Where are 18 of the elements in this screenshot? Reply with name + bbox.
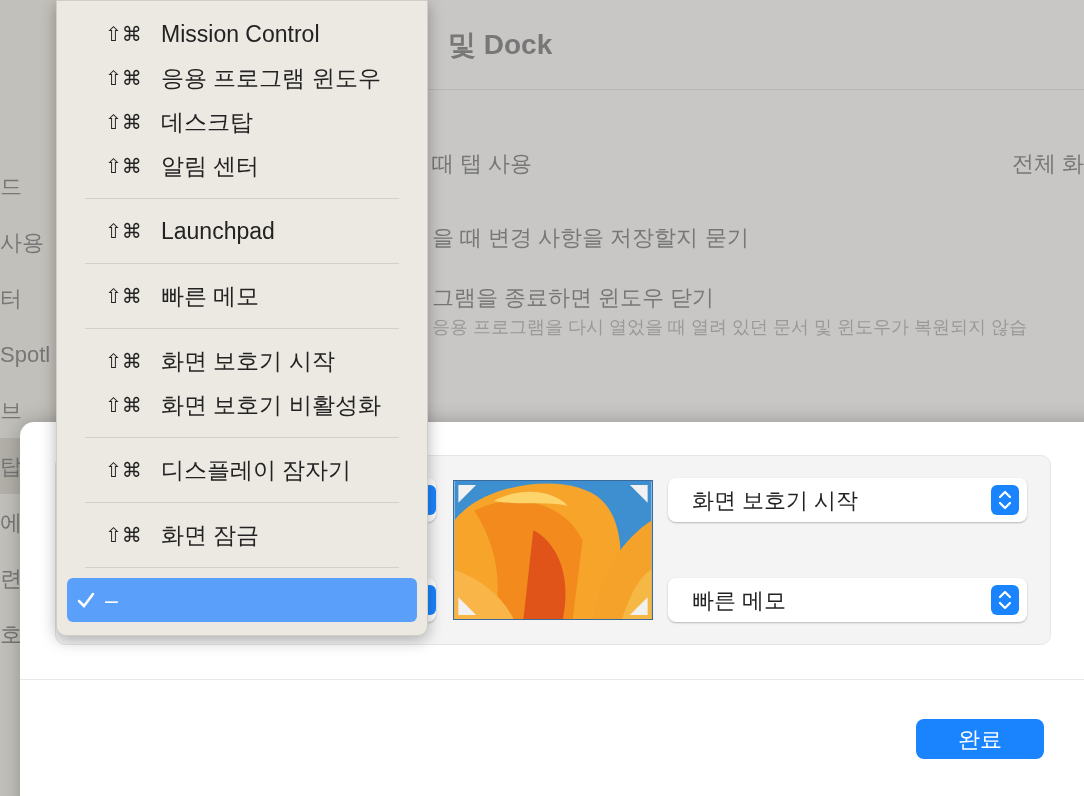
popup-button[interactable]: 화면 보호기 시작: [668, 478, 1027, 522]
setting-label: 때 탭 사용: [432, 149, 533, 178]
setting-value: 전체 화: [1011, 149, 1084, 178]
done-button[interactable]: 완료: [916, 719, 1044, 759]
menu-item[interactable]: ⇧⌘ 응용 프로그램 윈도우: [67, 56, 417, 100]
menu-item[interactable]: ⇧⌘ Mission Control: [67, 12, 417, 56]
menu-item[interactable]: ⇧⌘ 화면 보호기 시작: [67, 339, 417, 383]
menu-item[interactable]: ⇧⌘ Launchpad: [67, 209, 417, 253]
menu-item[interactable]: ⇧⌘ 데스크탑: [67, 100, 417, 144]
setting-label: 을 때 변경 사항을 저장할지 묻기: [432, 223, 749, 252]
menu-item[interactable]: ⇧⌘ 빠른 메모: [67, 274, 417, 318]
menu-item[interactable]: ⇧⌘ 디스플레이 잠자기: [67, 448, 417, 492]
window-title: 및 Dock: [448, 27, 553, 62]
menu-item[interactable]: ⇧⌘ 화면 잠금: [67, 513, 417, 557]
setting-label: 그램을 종료하면 윈도우 닫기: [432, 284, 715, 312]
menu-item[interactable]: ⇧⌘ 화면 보호기 비활성화: [67, 383, 417, 427]
menu-item[interactable]: ⇧⌘ 알림 센터: [67, 144, 417, 188]
popup-button[interactable]: 빠른 메모: [668, 578, 1027, 622]
